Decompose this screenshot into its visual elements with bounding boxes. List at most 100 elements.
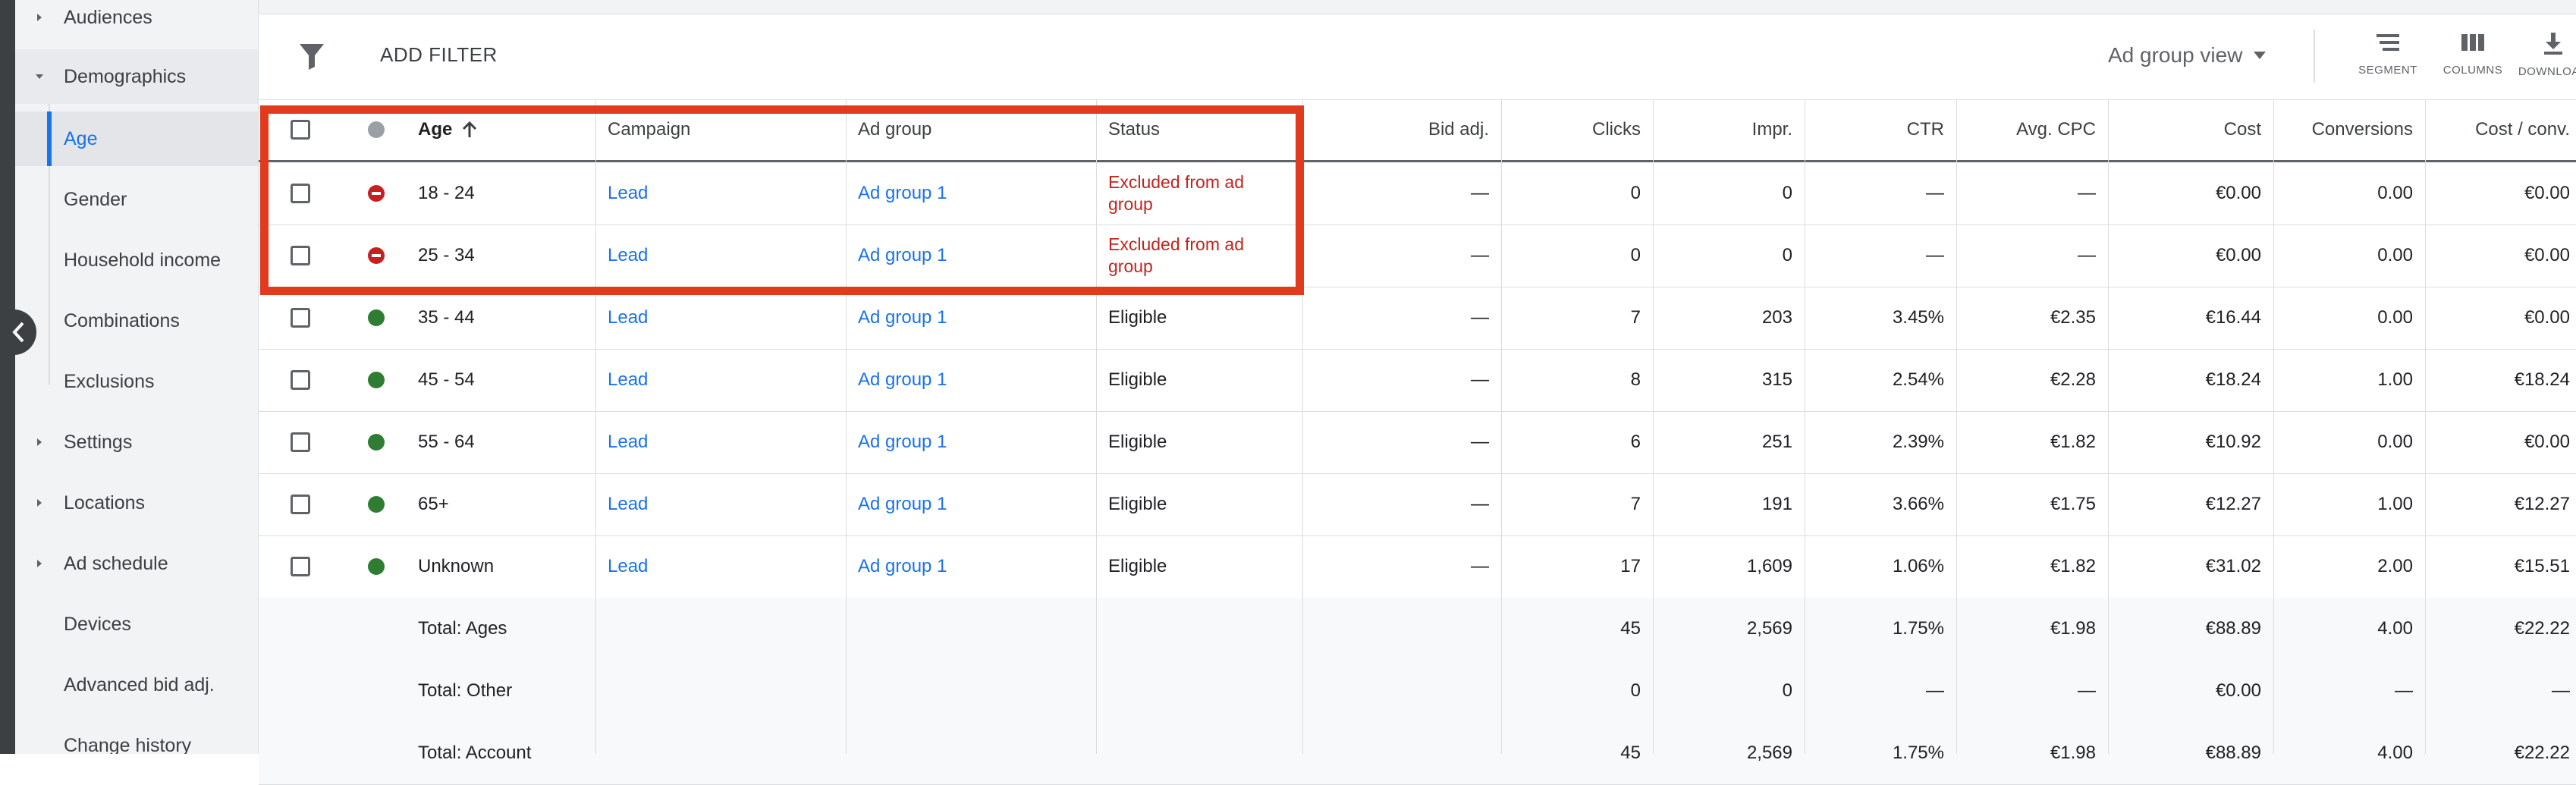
row-checkbox[interactable] xyxy=(291,495,310,514)
ad-group-link[interactable]: Ad group 1 xyxy=(846,349,1096,411)
table-row: 35 - 44 Lead Ad group 1 Eligible — 7 203 3.45% €… xyxy=(259,287,2576,350)
campaign-link[interactable]: Lead xyxy=(595,349,846,411)
age-column-header[interactable]: Age xyxy=(418,99,592,160)
column-divider xyxy=(2425,99,2426,754)
row-checkbox[interactable] xyxy=(291,370,310,390)
bid-adj-column-header[interactable]: Bid adj. xyxy=(1302,99,1501,160)
column-divider xyxy=(1302,99,1303,754)
cost-cell: €0.00 xyxy=(2215,183,2261,203)
cost-conv-column-header[interactable]: Cost / conv. xyxy=(2425,99,2576,160)
row-checkbox[interactable] xyxy=(291,557,310,576)
segment-button[interactable]: SEGMENT xyxy=(2346,31,2430,77)
ad-group-link[interactable]: Ad group 1 xyxy=(846,411,1096,473)
sidebar-item-label: Demographics xyxy=(64,65,187,87)
sidebar-item-devices[interactable]: Devices xyxy=(15,597,258,652)
bid-adj-cell: — xyxy=(1471,494,1489,514)
sidebar-item-exclusions[interactable]: Exclusions xyxy=(15,354,258,409)
impr-cell: 0 xyxy=(1782,183,1792,203)
ad-group-column-header[interactable]: Ad group xyxy=(846,99,1096,160)
ad-group-link[interactable]: Ad group 1 xyxy=(846,162,1096,225)
avg-cpc-column-header[interactable]: Avg. CPC xyxy=(1956,99,2108,160)
campaign-link[interactable]: Lead xyxy=(595,411,846,473)
campaign-link[interactable]: Lead xyxy=(595,162,846,225)
age-cell: 55 - 64 xyxy=(418,432,475,452)
conversions-cell: 1.00 xyxy=(2377,369,2413,390)
total-clicks-cell: 45 xyxy=(1620,618,1641,639)
table-header-row: Age Campaign Ad group Status Bid adj. Cl… xyxy=(259,99,2576,162)
sidebar-item-locations[interactable]: Locations xyxy=(15,476,258,530)
campaign-link[interactable]: Lead xyxy=(595,225,846,287)
row-select-cell xyxy=(259,411,342,473)
sidebar-item-label: Ad schedule xyxy=(64,552,168,574)
clicks-column-header[interactable]: Clicks xyxy=(1501,99,1653,160)
excluded-status-icon xyxy=(368,247,385,264)
cost-conv-cell: €0.00 xyxy=(2524,183,2570,203)
filter-icon[interactable] xyxy=(298,42,325,71)
sidebar-item-label: Age xyxy=(64,127,98,149)
table-row: 45 - 54 Lead Ad group 1 Eligible — 8 315 2.54% €… xyxy=(259,349,2576,412)
campaign-link[interactable]: Lead xyxy=(595,535,846,598)
total-conversions-cell: 4.00 xyxy=(2377,618,2413,639)
impr-cell: 0 xyxy=(1782,245,1792,265)
eligible-status-icon xyxy=(368,434,385,451)
sidebar-item-age[interactable]: Age xyxy=(15,111,258,166)
ctr-column-header[interactable]: CTR xyxy=(1805,99,1956,160)
row-checkbox[interactable] xyxy=(291,246,310,265)
sidebar-item-gender[interactable]: Gender xyxy=(15,172,258,227)
ctr-cell: — xyxy=(1926,245,1944,265)
campaign-link[interactable]: Lead xyxy=(595,287,846,349)
sidebar-item-household-income[interactable]: Household income xyxy=(15,233,258,287)
sidebar-item-advanced-bid-adj[interactable]: Advanced bid adj. xyxy=(15,658,258,712)
impr-column-header[interactable]: Impr. xyxy=(1653,99,1805,160)
sidebar-item-change-history[interactable]: Change history xyxy=(15,718,258,755)
total-row: Total: Ages 45 2,569 1.75% €1.98 €88.89 4.00 €2… xyxy=(259,598,2576,661)
total-cost-conv-cell: €22.22 xyxy=(2514,743,2570,763)
eligible-status-icon xyxy=(368,558,385,575)
cost-cell: €0.00 xyxy=(2215,245,2261,265)
status-dot-cell xyxy=(342,411,410,473)
select-all-cell xyxy=(259,99,342,160)
row-checkbox[interactable] xyxy=(291,308,310,328)
bid-adj-cell: — xyxy=(1471,183,1489,203)
sidebar-item-combinations[interactable]: Combinations xyxy=(15,294,258,348)
ctr-cell: — xyxy=(1926,183,1944,203)
download-icon xyxy=(2544,33,2562,55)
campaign-link[interactable]: Lead xyxy=(595,473,846,535)
columns-button[interactable]: COLUMNS xyxy=(2431,31,2515,77)
ad-group-link[interactable]: Ad group 1 xyxy=(846,473,1096,535)
row-checkbox[interactable] xyxy=(291,184,310,203)
top-divider xyxy=(259,0,2576,14)
column-divider xyxy=(1956,99,1957,754)
select-all-checkbox[interactable] xyxy=(291,120,310,140)
impr-cell: 251 xyxy=(1761,432,1792,452)
caret-right-icon xyxy=(15,438,64,447)
status-column-header[interactable]: Status xyxy=(1096,99,1302,160)
sidebar-item-label: Gender xyxy=(64,188,127,210)
total-label: Total: Account xyxy=(418,743,532,763)
sidebar-item-audiences[interactable]: Audiences xyxy=(15,0,258,45)
sidebar-item-ad-schedule[interactable]: Ad schedule xyxy=(15,536,258,591)
row-select-cell xyxy=(259,349,342,411)
view-select[interactable]: Ad group view xyxy=(2108,43,2267,68)
ad-group-link[interactable]: Ad group 1 xyxy=(846,287,1096,349)
row-checkbox[interactable] xyxy=(291,432,310,452)
add-filter-button[interactable]: ADD FILTER xyxy=(380,43,498,67)
status-cell: Excluded from ad group xyxy=(1108,172,1244,214)
ad-group-link[interactable]: Ad group 1 xyxy=(846,535,1096,598)
clicks-cell: 17 xyxy=(1620,556,1641,576)
status-cell: Eligible xyxy=(1108,369,1167,390)
age-cell: Unknown xyxy=(418,556,495,576)
total-ctr-cell: — xyxy=(1926,680,1944,701)
total-avg-cpc-cell: €1.98 xyxy=(2050,743,2096,763)
conversions-cell: 2.00 xyxy=(2377,556,2413,576)
clicks-cell: 6 xyxy=(1630,432,1641,452)
conversions-column-header[interactable]: Conversions xyxy=(2273,99,2425,160)
sidebar-item-demographics[interactable]: Demographics xyxy=(15,49,258,104)
cost-column-header[interactable]: Cost xyxy=(2108,99,2273,160)
sidebar-item-settings[interactable]: Settings xyxy=(15,415,258,469)
download-button[interactable]: DOWNLOAD xyxy=(2512,31,2576,78)
campaign-column-header[interactable]: Campaign xyxy=(595,99,846,160)
ad-group-link[interactable]: Ad group 1 xyxy=(846,225,1096,287)
total-clicks-cell: 45 xyxy=(1620,743,1641,763)
cost-conv-cell: €0.00 xyxy=(2524,432,2570,452)
